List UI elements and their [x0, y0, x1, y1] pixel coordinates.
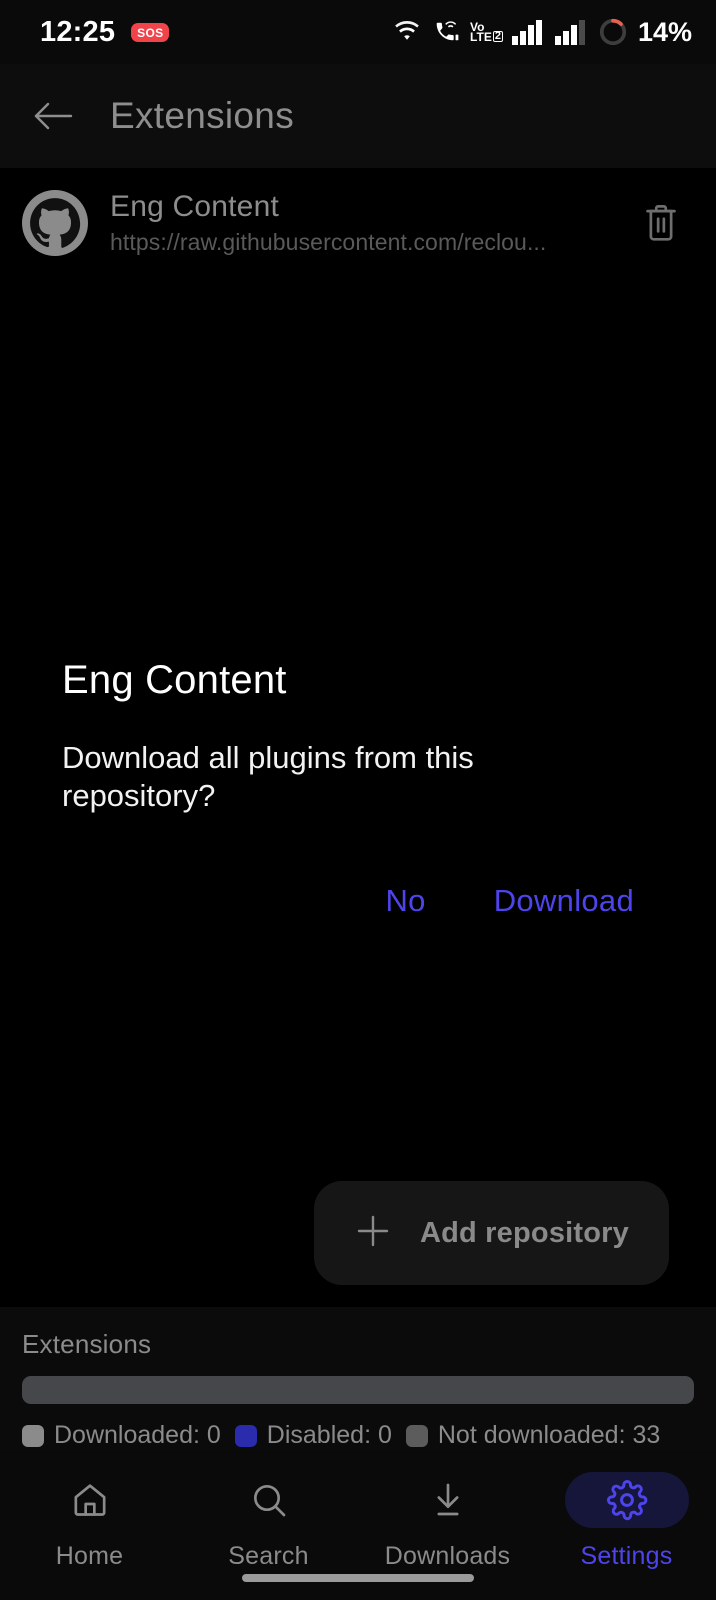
home-gesture-indicator[interactable] — [242, 1574, 474, 1582]
status-bar-right: Vo LTE 2 14% — [392, 17, 692, 48]
extensions-stats-panel: Extensions Downloaded: 0 Disabled: 0 Not… — [0, 1307, 716, 1450]
add-repository-label: Add repository — [419, 1216, 629, 1249]
home-icon — [28, 1472, 152, 1528]
nav-item-home[interactable]: Home — [0, 1472, 179, 1571]
battery-ring-icon — [598, 17, 628, 47]
status-bar-left: 12:25 SOS — [40, 15, 170, 49]
trash-icon[interactable] — [634, 196, 688, 250]
main-content: Eng Content https://raw.githubuserconten… — [0, 168, 716, 1307]
nav-item-search[interactable]: Search — [179, 1472, 358, 1571]
search-icon — [207, 1472, 331, 1528]
legend-dot-not-downloaded — [405, 1424, 428, 1447]
call-wifi-icon — [431, 19, 461, 45]
add-repository-button[interactable]: Add repository — [313, 1181, 669, 1285]
gear-icon — [564, 1472, 689, 1528]
dialog-no-button[interactable]: No — [372, 877, 440, 925]
nav-label-home: Home — [55, 1542, 124, 1570]
repository-url: https://raw.githubusercontent.com/reclou… — [110, 228, 547, 255]
app-bar: Extensions — [0, 64, 716, 168]
repository-name: Eng Content — [110, 190, 279, 224]
volte-icon: Vo LTE 2 — [470, 21, 503, 44]
github-octocat-icon — [22, 190, 88, 256]
download-icon — [386, 1472, 510, 1528]
legend-label-disabled: Disabled: 0 — [266, 1421, 392, 1449]
legend-label-downloaded: Downloaded: 0 — [54, 1421, 221, 1449]
legend-item-not-downloaded: Not downloaded: 33 — [405, 1421, 661, 1450]
wifi-icon — [392, 19, 422, 45]
legend-dot-downloaded — [22, 1424, 44, 1447]
dialog-title: Eng Content — [62, 658, 287, 702]
phone-screen: 12:25 SOS Vo LTE 2 14% Extensions Eng Co… — [0, 0, 716, 1600]
status-bar: 12:25 SOS Vo LTE 2 14% — [0, 0, 716, 64]
nav-item-settings[interactable]: Settings — [537, 1472, 716, 1571]
legend-item-downloaded: Downloaded: 0 — [22, 1421, 221, 1450]
dialog-actions: No Download — [62, 877, 654, 925]
dialog-message: Download all plugins from this repositor… — [62, 740, 474, 813]
volte-lte-label: LTE — [470, 30, 492, 44]
signal-bars-sim2-icon — [554, 19, 589, 45]
legend-dot-disabled — [234, 1424, 257, 1447]
repository-text: Eng Content https://raw.githubuserconten… — [110, 190, 612, 256]
nav-label-settings: Settings — [580, 1542, 673, 1570]
repository-list-item[interactable]: Eng Content https://raw.githubuserconten… — [0, 168, 716, 276]
legend-label-not-downloaded: Not downloaded: 33 — [437, 1421, 661, 1449]
battery-percent-label: 14% — [637, 16, 692, 47]
nav-label-downloads: Downloads — [384, 1542, 511, 1570]
plus-icon — [354, 1212, 392, 1255]
volte-sim-label: 2 — [492, 29, 503, 43]
back-arrow-icon[interactable] — [30, 93, 76, 139]
page-title: Extensions — [110, 95, 294, 136]
nav-label-search: Search — [228, 1542, 309, 1570]
stats-title: Extensions — [22, 1329, 152, 1359]
status-clock: 12:25 — [40, 15, 116, 48]
legend-item-disabled: Disabled: 0 — [234, 1421, 392, 1450]
stats-legend: Downloaded: 0 Disabled: 0 Not downloaded… — [22, 1421, 694, 1450]
signal-bars-sim1-icon — [511, 19, 546, 45]
extensions-progress-bar — [22, 1376, 694, 1404]
sos-badge: SOS — [131, 22, 170, 42]
dialog-download-button[interactable]: Download — [480, 877, 648, 925]
nav-item-downloads[interactable]: Downloads — [358, 1472, 537, 1571]
download-confirmation-dialog: Eng Content Download all plugins from th… — [0, 658, 716, 925]
